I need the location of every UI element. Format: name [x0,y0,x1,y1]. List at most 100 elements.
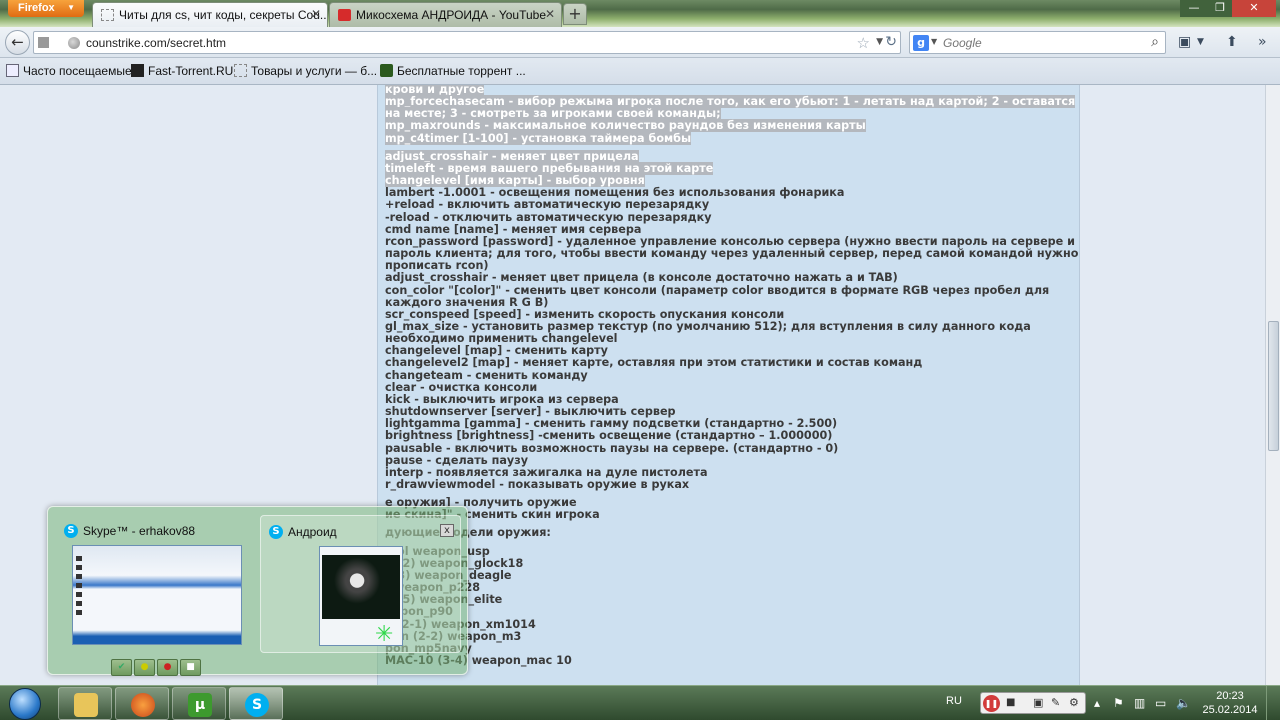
skype-icon: S [245,693,269,717]
film-icon [131,64,144,77]
bookmark-goods[interactable]: Товары и услуги — б... [234,64,377,78]
close-icon[interactable]: ✕ [311,7,321,21]
taskbar-firefox[interactable] [115,687,169,720]
volume-icon[interactable]: 🔈 [1176,696,1191,710]
taskbar-skype[interactable]: S [229,687,283,720]
command-line: r_drawviewmodel - показывать оружие в ру… [385,478,1075,491]
selected-text: на месте; 3 - смотреть за игроками своей… [385,107,721,121]
firefox-menu-button[interactable]: Firefox ▼ [8,0,84,17]
tray-expand-icon[interactable]: ▴ [1094,696,1100,710]
line-text: scr_conspeed [speed] - изменить скорость… [385,307,785,321]
line-text: changelevel2 [map] - меняет карте, остав… [385,356,923,370]
line-text: rcon_password [password] - удаленное упр… [385,234,1075,248]
bookmarks-toolbar: Часто посещаемые Fast-Torrent.RU Товары … [0,58,1280,85]
away-icon[interactable]: ● [134,659,155,676]
line-text: clear - очистка консоли [385,380,538,394]
clock[interactable]: 20:23 25.02.2014 [1200,689,1260,717]
pause-icon[interactable]: ❚❚ [983,695,1000,712]
selected-text: adjust_crosshair - меняет цвет прицела [385,149,639,163]
line-text: pause - сделать паузу [385,453,529,467]
settings-icon[interactable]: ⚙ [1069,696,1079,709]
reload-icon[interactable]: ↻ [885,34,897,50]
network-icon[interactable]: ▥ [1134,696,1145,710]
new-tab-button[interactable]: + [563,3,587,25]
page-icon [234,64,247,77]
call-end-icon[interactable]: ● [157,659,178,676]
thumbnail-toolbar: ✔ ● ● ■ [111,654,203,676]
engine-dropdown-icon[interactable]: ▼ [931,37,937,46]
bookmarks-menu-icon[interactable]: ▣ [1178,34,1191,50]
line-text: пароль клиента; для того, чтобы ввести к… [385,247,1079,261]
tab-youtube[interactable]: Микосхема АНДРОИДА - YouTube ✕ [329,2,562,27]
command-line: gun (2-2) weapon_m3 [385,630,1075,643]
history-dropdown-icon[interactable]: ▼ [876,37,883,47]
maximize-button[interactable]: ❐ [1206,0,1234,17]
language-indicator[interactable]: RU [946,695,962,707]
selected-text: mp_forcechasecam - вибор режыма игрока п… [385,95,1076,109]
utorrent-icon: µ [188,693,212,717]
selected-text: mp_maxrounds - максимальное количество р… [385,119,866,133]
bookmark-most-visited[interactable]: Часто посещаемые [6,64,132,78]
scrollbar-thumb[interactable] [1268,321,1279,451]
bookmark-torrents[interactable]: Бесплатные торрент ... [380,64,526,78]
chevron-down-icon: ▼ [67,3,75,12]
sparkle-icon: ✳ [375,622,394,647]
clock-time: 20:23 [1216,690,1244,702]
line-text: changeteam - сменить команду [385,368,588,382]
page-icon [101,9,114,21]
show-desktop-button[interactable] [1266,686,1280,720]
search-bar[interactable]: g ▼ Google ⌕ [909,31,1166,54]
thumbnail-title: Андроид [288,525,337,539]
command-line: MAC-10 (3-4) weapon_mac 10 [385,654,1075,667]
selected-text: timeleft - время вашего пребывания на эт… [385,161,714,175]
flag-icon[interactable]: ⚑ [1113,696,1124,710]
android-window-image: ✳ [319,546,403,646]
firefox-menu-label: Firefox [18,2,55,14]
identity-icon[interactable] [38,37,49,48]
command-line: (1-5) weapon_elite [385,594,1075,606]
stop-icon[interactable]: ■ [1006,697,1015,708]
taskbar-utorrent[interactable]: µ [172,687,226,720]
taskbar-preview-popup: S Skype™ - erhakov88 S Андроид x ✳ ✔ ● ● ■ [47,506,468,676]
google-icon[interactable]: g [913,35,929,51]
back-button[interactable]: ← [5,30,30,55]
skype-icon: S [64,524,78,538]
line-text: interp - появляется зажигалка на дуле пи… [385,465,708,479]
monitor-icon[interactable]: ▭ [1155,696,1166,710]
recorder-toolbar[interactable]: ❚❚ ■ ▣ ✎ ⚙ [980,692,1086,714]
chevron-down-icon[interactable]: ▼ [1197,37,1204,47]
close-icon[interactable]: ✕ [545,7,555,21]
bookmark-star-icon[interactable]: ☆ [857,34,870,52]
search-icon[interactable]: ⌕ [1151,34,1159,50]
globe-icon [68,37,80,49]
thumbnail-skype[interactable]: S Skype™ - erhakov88 [58,515,258,653]
search-placeholder: Google [943,36,982,50]
edit-icon[interactable]: ✎ [1051,696,1060,709]
vertical-scrollbar[interactable] [1265,85,1280,685]
thumbnail-title: Skype™ - erhakov88 [83,524,196,538]
status-icon[interactable]: ✔ [111,659,132,676]
home-download-icon[interactable]: ⬆ [1226,34,1238,50]
taskbar-explorer[interactable] [58,687,112,720]
thumbnail-android[interactable]: S Андроид x ✳ [260,515,461,653]
line-text: changelevel [map] - сменить карту [385,344,608,358]
url-text[interactable]: counstrike.com/secret.htm [86,36,226,50]
bookmark-fast-torrent[interactable]: Fast-Torrent.RU [131,64,233,78]
folder-icon [74,693,98,717]
tab-counterstrike[interactable]: Читы для cs, чит коды, секреты Cou... ✕ [92,2,328,27]
close-icon[interactable]: x [440,524,454,537]
close-window-button[interactable]: ✕ [1232,0,1276,17]
line-text: brightness [brightness] -сменить освещен… [385,429,833,443]
camera-icon[interactable]: ▣ [1033,696,1043,709]
minimize-button[interactable]: — [1180,0,1208,17]
command-line: mp_maxrounds - максимальное количество р… [385,119,1075,133]
overflow-icon[interactable]: » [1258,34,1267,50]
line-text: каждого значения R G B) [385,295,549,309]
note-icon[interactable]: ■ [180,659,201,676]
command-line: mp_c4timer [1-100] - установка таймера б… [385,131,1075,145]
arrow-left-icon: ← [11,33,24,51]
command-line: дующие модели оружия: [385,527,1075,539]
start-button[interactable] [9,688,41,720]
article-column: крови и другое mp_forcechasecam - вибор р… [377,85,1080,685]
url-bar[interactable]: counstrike.com/secret.htm ☆ ▼ ↻ [33,31,901,54]
